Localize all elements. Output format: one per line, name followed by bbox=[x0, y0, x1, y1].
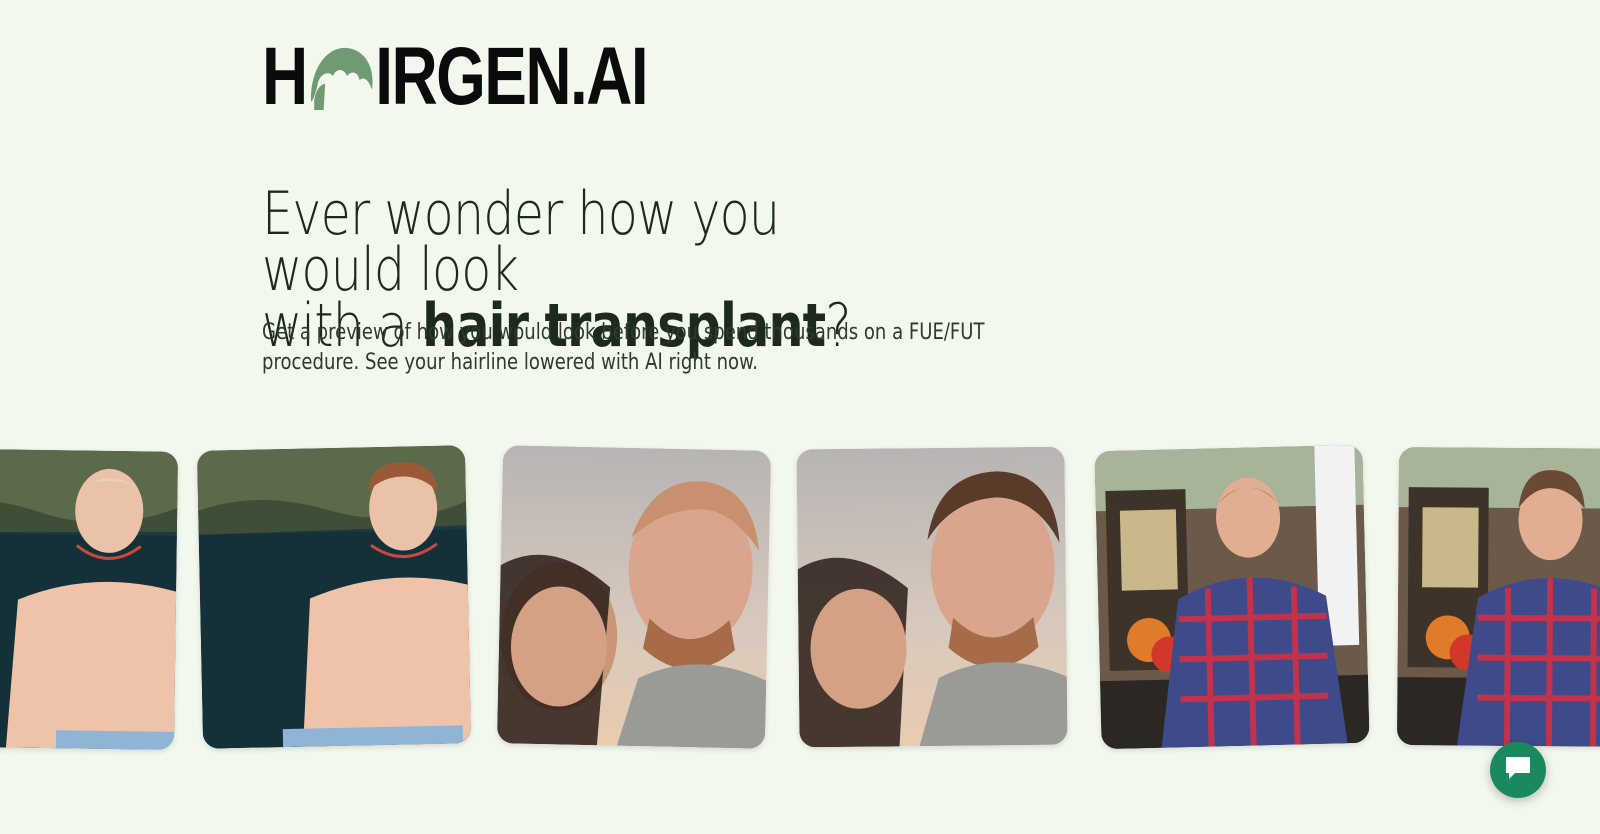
logo-letter-h: H bbox=[262, 31, 308, 122]
landing-page: H IRGEN.AI Ever wonder how you would loo… bbox=[0, 0, 1600, 834]
hair-tuft-icon bbox=[304, 40, 379, 114]
gallery-photo bbox=[796, 446, 1068, 748]
hero-subtext: Get a preview of how you would look befo… bbox=[262, 320, 985, 375]
headline-line1: Ever wonder how you would look bbox=[262, 179, 780, 305]
site-logo[interactable]: H IRGEN.AI bbox=[262, 31, 756, 122]
logo-wordmark: IRGEN.AI bbox=[375, 31, 648, 122]
gallery-photo bbox=[496, 445, 772, 749]
before-after-gallery bbox=[0, 440, 1600, 760]
gallery-photo bbox=[1094, 444, 1370, 750]
gallery-photo bbox=[196, 445, 472, 749]
gallery-photo bbox=[1396, 447, 1600, 747]
gallery-photo bbox=[0, 448, 179, 750]
chat-bubble-icon bbox=[1503, 754, 1533, 787]
chat-widget-button[interactable] bbox=[1490, 742, 1546, 798]
